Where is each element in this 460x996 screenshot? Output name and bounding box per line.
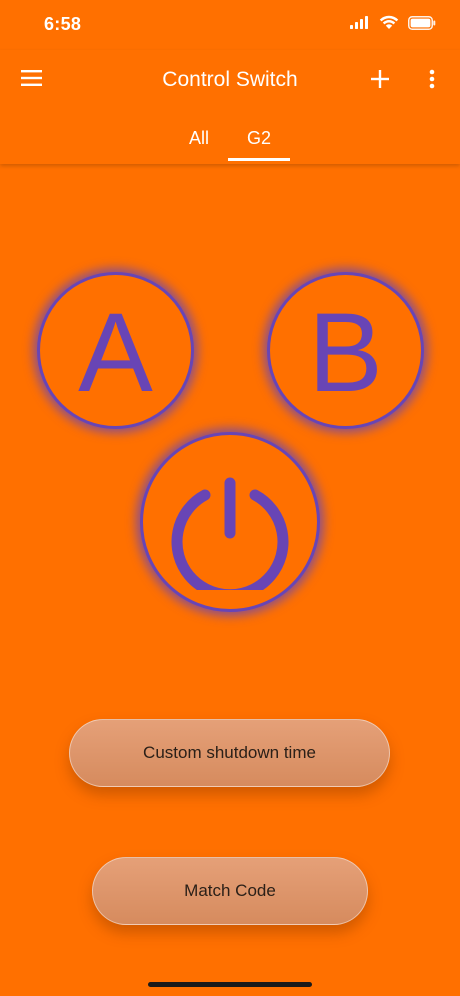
status-bar: 6:58 <box>0 0 460 50</box>
button-a[interactable]: A <box>37 272 194 429</box>
home-indicator <box>148 982 312 987</box>
tab-label: G2 <box>246 128 271 148</box>
tab-bar: All G2 <box>0 122 460 164</box>
tab-all[interactable]: All <box>172 122 226 164</box>
power-icon <box>160 450 300 600</box>
match-code-label: Match Code <box>184 881 276 900</box>
button-a-label: A <box>78 289 153 415</box>
status-icons <box>350 15 436 35</box>
power-button[interactable] <box>140 432 320 612</box>
tab-indicator <box>228 158 290 161</box>
add-button[interactable] <box>366 67 394 95</box>
button-b[interactable]: B <box>267 272 424 429</box>
custom-shutdown-time-label: Custom shutdown time <box>143 743 316 762</box>
signal-icon <box>350 15 370 35</box>
status-time: 6:58 <box>44 14 82 34</box>
tab-label: All <box>188 128 209 148</box>
button-b-label: B <box>308 289 383 415</box>
battery-icon <box>408 15 436 35</box>
more-options-button[interactable] <box>420 67 444 95</box>
app-bar: Control Switch All G2 <box>0 50 460 164</box>
match-code-button[interactable]: Match Code <box>92 857 368 925</box>
more-vert-icon <box>429 69 435 94</box>
wifi-icon <box>379 15 399 35</box>
add-icon <box>371 69 389 93</box>
custom-shutdown-time-button[interactable]: Custom shutdown time <box>69 719 390 787</box>
